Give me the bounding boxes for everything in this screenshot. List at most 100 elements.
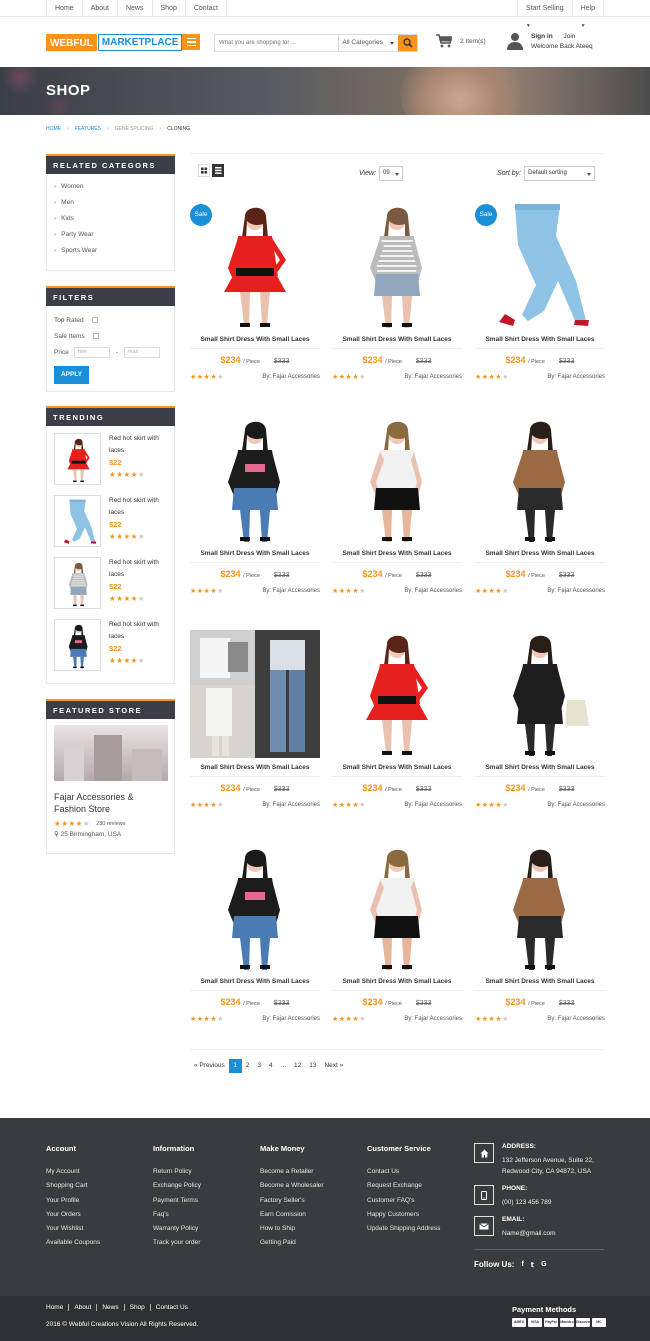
bottom-link-about[interactable]: About bbox=[69, 1304, 98, 1311]
product-image[interactable] bbox=[475, 844, 605, 972]
product-seller[interactable]: By: Fajar Accessories bbox=[404, 588, 462, 594]
bottom-link-shop[interactable]: Shop bbox=[125, 1304, 151, 1311]
product-card[interactable]: Sale Small Shirt Dress With Small Laces … bbox=[190, 202, 320, 387]
product-seller[interactable]: By: Fajar Accessories bbox=[262, 1016, 320, 1022]
category-kids[interactable]: Kids bbox=[47, 211, 174, 227]
trending-item-name[interactable]: Red hot skirt with laces bbox=[109, 495, 167, 519]
footer-link-account[interactable]: My Account bbox=[46, 1165, 100, 1179]
top-nav-contact[interactable]: Contact bbox=[186, 0, 227, 17]
trending-thumbnail[interactable] bbox=[54, 433, 101, 485]
breadcrumb-features[interactable]: FEATURES bbox=[75, 126, 101, 132]
breadcrumb-gene-splicing[interactable]: GENE SPLICING bbox=[115, 126, 154, 132]
pagination-page[interactable]: 2 bbox=[242, 1059, 254, 1073]
pagination-page[interactable]: 1 bbox=[228, 1059, 242, 1073]
facebook-icon[interactable]: f bbox=[521, 1261, 523, 1268]
price-min-input[interactable]: min bbox=[73, 346, 110, 358]
product-image[interactable] bbox=[332, 844, 462, 972]
twitter-icon[interactable]: 𝕥 bbox=[531, 1261, 534, 1269]
product-card[interactable]: Small Shirt Dress With Small Laces $234 … bbox=[475, 416, 605, 601]
footer-link-service[interactable]: Contact Us bbox=[367, 1165, 440, 1179]
product-seller[interactable]: By: Fajar Accessories bbox=[547, 374, 605, 380]
top-nav-home[interactable]: Home bbox=[46, 0, 83, 17]
product-seller[interactable]: By: Fajar Accessories bbox=[547, 1016, 605, 1022]
category-men[interactable]: Men bbox=[47, 195, 174, 211]
product-seller[interactable]: By: Fajar Accessories bbox=[404, 802, 462, 808]
product-image[interactable] bbox=[475, 416, 605, 544]
search-button[interactable] bbox=[398, 35, 418, 51]
product-card[interactable]: Sale Small Shirt Dress With Small Laces … bbox=[475, 202, 605, 387]
list-view-icon[interactable] bbox=[212, 164, 224, 177]
pagination-page[interactable]: 12 bbox=[290, 1059, 305, 1073]
footer-link-info[interactable]: Warranty Policy bbox=[153, 1222, 201, 1236]
trending-thumbnail[interactable] bbox=[54, 495, 101, 547]
product-image[interactable] bbox=[190, 630, 320, 758]
category-party-wear[interactable]: Party Wear bbox=[47, 227, 174, 243]
product-seller[interactable]: By: Fajar Accessories bbox=[262, 588, 320, 594]
product-name[interactable]: Small Shirt Dress With Small Laces bbox=[190, 336, 320, 343]
product-card[interactable]: Small Shirt Dress With Small Laces $234 … bbox=[190, 630, 320, 815]
grid-view-icon[interactable] bbox=[198, 164, 210, 177]
phone-number[interactable]: (00) 123 456 789 bbox=[502, 1197, 552, 1208]
product-name[interactable]: Small Shirt Dress With Small Laces bbox=[332, 550, 462, 557]
product-seller[interactable]: By: Fajar Accessories bbox=[404, 1016, 462, 1022]
product-image[interactable] bbox=[190, 416, 320, 544]
product-image[interactable] bbox=[332, 202, 462, 330]
price-max-input[interactable]: max bbox=[123, 346, 160, 358]
product-image[interactable] bbox=[190, 844, 320, 972]
start-selling-dropdown[interactable]: Start Selling ▼ bbox=[516, 0, 572, 29]
product-name[interactable]: Small Shirt Dress With Small Laces bbox=[475, 978, 605, 985]
footer-link-money[interactable]: Become a Retailer bbox=[260, 1165, 324, 1179]
footer-link-money[interactable]: Earn Comission bbox=[260, 1208, 324, 1222]
pagination-page[interactable]: 4 bbox=[265, 1059, 277, 1073]
product-name[interactable]: Small Shirt Dress With Small Laces bbox=[190, 978, 320, 985]
category-sports-wear[interactable]: Sports Wear bbox=[47, 243, 174, 259]
footer-link-service[interactable]: Update Shipping Address bbox=[367, 1222, 440, 1236]
product-seller[interactable]: By: Fajar Accessories bbox=[404, 374, 462, 380]
footer-link-info[interactable]: Payment Terms bbox=[153, 1194, 201, 1208]
product-name[interactable]: Small Shirt Dress With Small Laces bbox=[190, 764, 320, 771]
pagination-next[interactable]: Next » bbox=[320, 1059, 347, 1073]
trending-item-name[interactable]: Red hot skirt with laces bbox=[109, 433, 167, 457]
footer-link-info[interactable]: Track your order bbox=[153, 1236, 201, 1250]
category-select[interactable]: All Categories bbox=[338, 35, 398, 51]
trending-thumbnail[interactable] bbox=[54, 557, 101, 609]
apply-button[interactable]: APPLY bbox=[54, 366, 89, 384]
store-name[interactable]: Fajar Accessories & Fashion Store bbox=[54, 791, 167, 815]
footer-link-info[interactable]: Return Policy bbox=[153, 1165, 201, 1179]
top-nav-news[interactable]: News bbox=[118, 0, 153, 17]
site-logo[interactable]: WEBFUL MARKETPLACE bbox=[46, 34, 183, 51]
trending-thumbnail[interactable] bbox=[54, 619, 101, 671]
trending-item[interactable]: Red hot skirt with laces $22 ★★★★★ bbox=[47, 489, 174, 551]
product-seller[interactable]: By: Fajar Accessories bbox=[547, 588, 605, 594]
store-image[interactable] bbox=[54, 725, 168, 781]
bottom-link-home[interactable]: Home bbox=[46, 1304, 70, 1311]
sale-items-checkbox[interactable] bbox=[92, 333, 99, 339]
footer-link-money[interactable]: Getting Paid bbox=[260, 1236, 324, 1250]
footer-link-money[interactable]: How to Ship bbox=[260, 1222, 324, 1236]
pagination-previous[interactable]: « Previous bbox=[190, 1059, 229, 1073]
product-image[interactable] bbox=[332, 416, 462, 544]
product-image[interactable] bbox=[332, 630, 462, 758]
product-card[interactable]: Small Shirt Dress With Small Laces $234 … bbox=[332, 416, 462, 601]
footer-link-money[interactable]: Factory Seller's bbox=[260, 1194, 324, 1208]
footer-link-service[interactable]: Happy Customers bbox=[367, 1208, 440, 1222]
search-input[interactable] bbox=[215, 35, 339, 51]
trending-item-name[interactable]: Red hot skirt with laces bbox=[109, 557, 167, 581]
footer-link-service[interactable]: Customer FAQ's bbox=[367, 1194, 440, 1208]
product-name[interactable]: Small Shirt Dress With Small Laces bbox=[475, 764, 605, 771]
product-image[interactable] bbox=[475, 630, 605, 758]
footer-link-account[interactable]: Your Wishlist bbox=[46, 1222, 100, 1236]
footer-link-account[interactable]: Shopping Cart bbox=[46, 1179, 100, 1193]
product-seller[interactable]: By: Fajar Accessories bbox=[547, 802, 605, 808]
product-name[interactable]: Small Shirt Dress With Small Laces bbox=[332, 336, 462, 343]
trending-item[interactable]: Red hot skirt with laces $22 ★★★★★ bbox=[47, 551, 174, 613]
top-nav-shop[interactable]: Shop bbox=[153, 0, 186, 17]
product-name[interactable]: Small Shirt Dress With Small Laces bbox=[190, 550, 320, 557]
product-card[interactable]: Small Shirt Dress With Small Laces $234 … bbox=[332, 630, 462, 815]
pagination-page[interactable]: 3 bbox=[253, 1059, 265, 1073]
bottom-link-news[interactable]: News bbox=[97, 1304, 125, 1311]
product-seller[interactable]: By: Fajar Accessories bbox=[262, 802, 320, 808]
trending-item[interactable]: Red hot skirt with laces $22 ★★★★★ bbox=[47, 613, 174, 675]
product-card[interactable]: Small Shirt Dress With Small Laces $234 … bbox=[475, 630, 605, 815]
menu-icon[interactable] bbox=[182, 34, 200, 50]
